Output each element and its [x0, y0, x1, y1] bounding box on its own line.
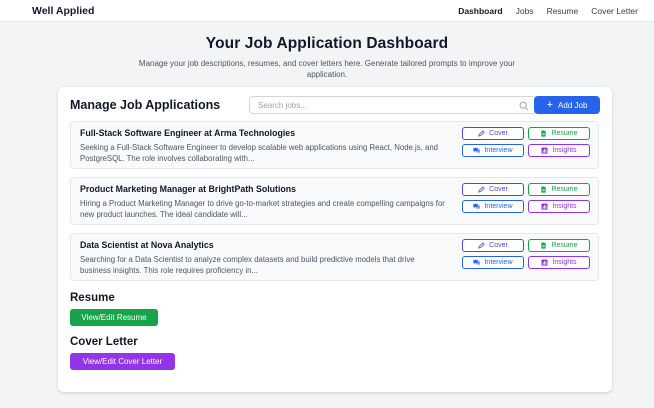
job-actions: Cover Resume Interview Insights: [462, 239, 590, 269]
document-icon: [541, 130, 547, 137]
interview-button[interactable]: Interview: [462, 256, 524, 269]
plus-icon: +: [546, 99, 554, 111]
resume-button[interactable]: Resume: [528, 239, 590, 252]
search-box: [249, 96, 537, 114]
document-icon: [541, 186, 547, 193]
job-item[interactable]: Full-Stack Software Engineer at Arma Tec…: [70, 121, 599, 169]
add-job-label: Add Job: [558, 100, 588, 110]
interview-label: Interview: [484, 259, 513, 266]
insights-button[interactable]: Insights: [528, 256, 590, 269]
job-description: Searching for a Data Scientist to analyz…: [80, 255, 415, 275]
nav-link-resume[interactable]: Resume: [547, 6, 579, 16]
cover-label: Cover: [489, 186, 508, 193]
resume-label: Resume: [551, 186, 578, 193]
chat-icon: [473, 203, 481, 210]
interview-button[interactable]: Interview: [462, 200, 524, 213]
cover-button[interactable]: Cover: [462, 127, 524, 140]
add-job-button[interactable]: + Add Job: [534, 96, 600, 114]
job-item[interactable]: Data Scientist at Nova Analytics Searchi…: [70, 233, 599, 281]
resume-section-title: Resume: [70, 292, 115, 304]
insights-label: Insights: [552, 259, 577, 266]
chart-icon: [541, 203, 548, 210]
cover-letter-section-title: Cover Letter: [70, 336, 138, 348]
view-edit-cover-letter-button[interactable]: View/Edit Cover Letter: [70, 353, 175, 370]
insights-button[interactable]: Insights: [528, 200, 590, 213]
job-actions: Cover Resume Interview Insights: [462, 183, 590, 213]
cover-button[interactable]: Cover: [462, 183, 524, 196]
pencil-icon: [478, 130, 485, 137]
cover-label: Cover: [489, 242, 508, 249]
chat-icon: [473, 147, 481, 154]
document-icon: [541, 242, 547, 249]
resume-label: Resume: [551, 242, 578, 249]
jobs-section-title: Manage Job Applications: [70, 98, 221, 112]
nav-link-jobs[interactable]: Jobs: [516, 6, 534, 16]
resume-button[interactable]: Resume: [528, 183, 590, 196]
resume-label: Resume: [551, 130, 578, 137]
chart-icon: [541, 147, 548, 154]
search-input[interactable]: [250, 100, 500, 110]
insights-label: Insights: [552, 147, 577, 154]
job-title[interactable]: Full-Stack Software Engineer at Arma Tec…: [80, 128, 295, 138]
interview-button[interactable]: Interview: [462, 144, 524, 157]
search-icon[interactable]: [519, 101, 529, 111]
insights-button[interactable]: Insights: [528, 144, 590, 157]
job-description: Hiring a Product Marketing Manager to dr…: [80, 199, 445, 219]
interview-label: Interview: [484, 147, 513, 154]
top-navbar: Well Applied Dashboard Jobs Resume Cover…: [0, 0, 654, 22]
cover-label: Cover: [489, 130, 508, 137]
pencil-icon: [478, 186, 485, 193]
interview-label: Interview: [484, 203, 513, 210]
cover-button[interactable]: Cover: [462, 239, 524, 252]
chart-icon: [541, 259, 548, 266]
nav-links: Dashboard Jobs Resume Cover Letter: [458, 6, 638, 16]
job-title[interactable]: Data Scientist at Nova Analytics: [80, 240, 214, 250]
nav-link-dashboard[interactable]: Dashboard: [458, 6, 502, 16]
insights-label: Insights: [552, 203, 577, 210]
jobs-section-header: Manage Job Applications + Add Job: [70, 95, 600, 115]
chat-icon: [473, 259, 481, 266]
view-edit-resume-button[interactable]: View/Edit Resume: [70, 309, 158, 326]
page-subtitle: Manage your job descriptions, resumes, a…: [138, 59, 516, 79]
resume-button[interactable]: Resume: [528, 127, 590, 140]
job-description: Seeking a Full-Stack Software Engineer t…: [80, 143, 438, 163]
nav-link-cover-letter[interactable]: Cover Letter: [591, 6, 638, 16]
job-item[interactable]: Product Marketing Manager at BrightPath …: [70, 177, 599, 225]
page-header: Your Job Application Dashboard Manage yo…: [0, 35, 654, 80]
dashboard-card: Manage Job Applications + Add Job Full-S…: [58, 87, 612, 392]
pencil-icon: [478, 242, 485, 249]
job-actions: Cover Resume Interview Insights: [462, 127, 590, 157]
page-title: Your Job Application Dashboard: [205, 35, 449, 52]
brand-logo[interactable]: Well Applied: [32, 5, 94, 17]
job-title[interactable]: Product Marketing Manager at BrightPath …: [80, 184, 296, 194]
